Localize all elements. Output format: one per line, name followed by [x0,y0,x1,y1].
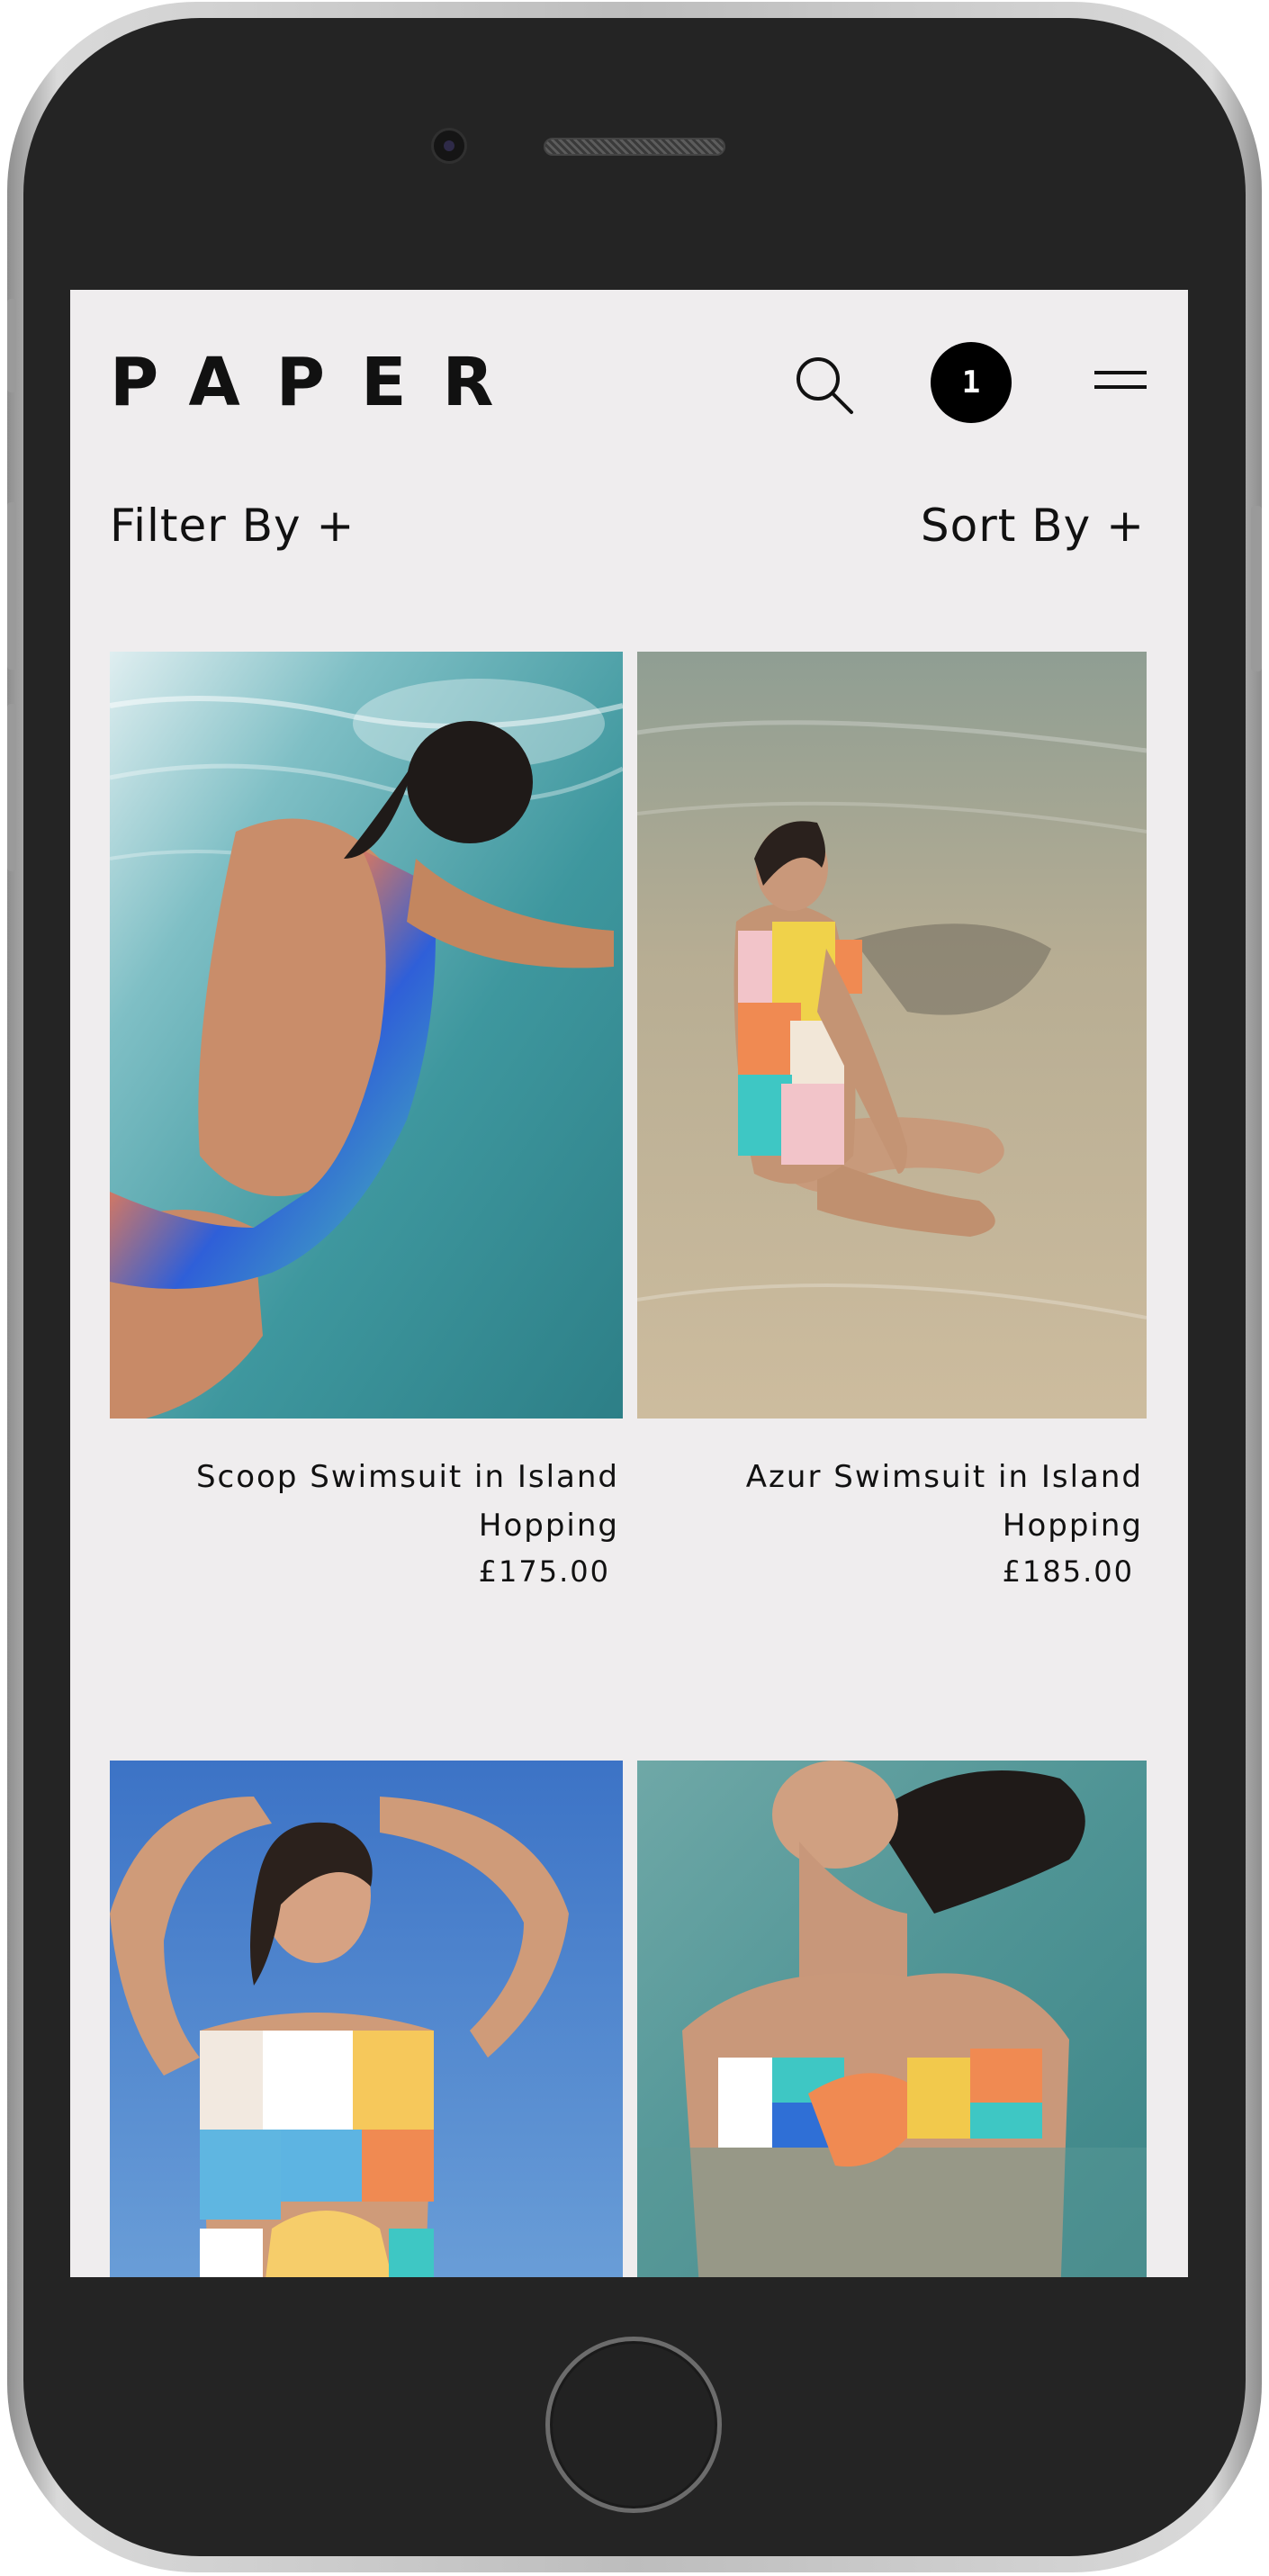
product-image[interactable] [637,652,1147,1419]
product-price: £185.00 [1002,1554,1134,1589]
menu-line [1094,385,1147,389]
brand-logo[interactable]: PAPER [110,349,529,416]
app-screen: PAPER 1 Filter By + Sort By + Scoop Swim… [70,290,1188,2277]
cart-count-badge[interactable]: 1 [931,342,1012,423]
product-card[interactable] [637,1761,1147,2277]
mute-switch [7,299,16,392]
product-card[interactable]: Scoop Swimsuit in Island Hopping £175.00 [110,652,623,1642]
menu-line [1094,371,1147,374]
home-button [545,2337,722,2513]
product-image[interactable] [110,652,623,1419]
product-name[interactable]: Azur Swimsuit in Island Hopping [654,1453,1143,1550]
product-card[interactable]: Azur Swimsuit in Island Hopping £185.00 [637,652,1147,1642]
volume-down-button [7,704,16,871]
front-camera [431,128,467,164]
hamburger-menu-icon[interactable] [1094,367,1147,394]
earpiece-speaker [544,138,725,156]
product-image[interactable] [110,1761,623,2277]
site-header: PAPER 1 [70,290,1188,470]
filter-by-button[interactable]: Filter By + [110,497,355,554]
sort-by-button[interactable]: Sort By + [921,497,1145,554]
product-card[interactable] [110,1761,623,2277]
volume-up-button [7,502,16,670]
product-price: £175.00 [478,1554,610,1589]
product-name[interactable]: Scoop Swimsuit in Island Hopping [127,1453,619,1550]
power-button [1251,506,1262,671]
filter-sort-bar: Filter By + Sort By + [70,497,1188,560]
search-icon[interactable] [792,353,855,416]
product-image[interactable] [637,1761,1147,2277]
